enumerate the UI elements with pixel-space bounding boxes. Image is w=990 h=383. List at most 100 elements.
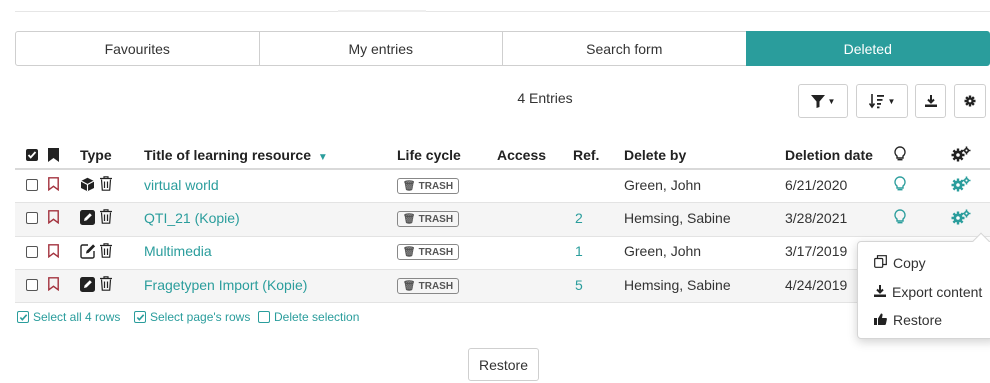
header-title-label: Title of learning resource [144, 147, 312, 163]
gear-icon [964, 95, 976, 107]
title-link[interactable]: Multimedia [144, 243, 212, 259]
title-link[interactable]: Fragetypen Import (Kopie) [144, 277, 307, 293]
trash-icon [100, 276, 112, 294]
trash-icon [100, 209, 112, 227]
top-divider [15, 11, 990, 12]
bookmark-outline-icon[interactable] [48, 244, 59, 261]
header-divider [15, 168, 990, 170]
row-checkbox[interactable] [26, 212, 38, 224]
trash-icon [100, 176, 112, 194]
lifecycle-label: TRASH [418, 213, 454, 225]
check-square-icon [134, 311, 146, 323]
ref-link[interactable]: 2 [575, 210, 583, 226]
menu-item-restore-label: Restore [893, 312, 943, 328]
trash-icon: 🗑 [402, 213, 416, 225]
view-tabs: Favourites My entries Search form Delete… [15, 31, 990, 66]
select-all-link[interactable]: Select all 4 rows [17, 310, 120, 324]
delete-selection-link[interactable]: Delete selection [258, 310, 359, 324]
lightbulb-icon[interactable] [894, 209, 906, 228]
header-deleted-by[interactable]: Delete by [624, 147, 686, 163]
gears-icon [951, 146, 971, 165]
header-access[interactable]: Access [497, 147, 546, 163]
bookmark-outline-icon[interactable] [48, 210, 59, 227]
lightbulb-icon[interactable] [894, 176, 906, 195]
menu-item-export-label: Export content [892, 284, 983, 300]
filter-icon [810, 94, 825, 108]
lightbulb-icon [894, 146, 906, 165]
deleted-by-value: Hemsing, Sabine [624, 210, 731, 226]
trash-icon: 🗑 [402, 280, 416, 292]
menu-item-restore[interactable]: Restore [874, 312, 942, 328]
check-square-icon [17, 311, 29, 323]
gears-icon[interactable] [951, 209, 971, 228]
header-type[interactable]: Type [80, 147, 112, 163]
trash-icon: 🗑 [402, 180, 416, 192]
sort-icon [868, 93, 885, 109]
header-ref[interactable]: Ref. [573, 147, 599, 163]
lifecycle-label: TRASH [418, 246, 454, 258]
menu-item-copy[interactable]: Copy [874, 255, 926, 271]
header-lifecycle[interactable]: Life cycle [397, 147, 461, 163]
deletion-date-value: 4/24/2019 [785, 277, 848, 293]
lifecycle-badge: 🗑 TRASH [397, 278, 459, 294]
lifecycle-badge: 🗑 TRASH [397, 244, 459, 260]
lifecycle-label: TRASH [418, 280, 454, 292]
restore-button[interactable]: Restore [468, 348, 539, 381]
entries-count: 4 Entries [517, 90, 573, 106]
select-page-link[interactable]: Select page's rows [134, 310, 250, 324]
trash-icon [100, 243, 112, 261]
tab-my-entries[interactable]: My entries [258, 31, 503, 66]
edit-square-icon [80, 243, 96, 262]
tab-search-form[interactable]: Search form [502, 31, 747, 66]
pencil-square-icon [80, 210, 95, 228]
row-checkbox[interactable] [26, 179, 38, 191]
row-divider [15, 269, 990, 270]
pencil-square-icon [80, 277, 95, 295]
bookmark-icon [48, 148, 59, 165]
select-page-label: Select page's rows [150, 310, 251, 324]
menu-item-copy-label: Copy [893, 255, 926, 271]
download-button[interactable] [915, 84, 946, 118]
thumbs-up-icon [874, 312, 887, 328]
header-deletion-date[interactable]: Deletion date [785, 147, 873, 163]
tab-deleted[interactable]: Deleted [745, 31, 990, 66]
download-icon [874, 284, 886, 300]
deleted-by-value: Green, John [624, 243, 702, 259]
ref-link[interactable]: 5 [575, 277, 583, 293]
settings-button[interactable] [954, 84, 986, 118]
row-checkbox[interactable] [26, 279, 38, 291]
gears-icon[interactable] [951, 176, 971, 195]
select-all-label: Select all 4 rows [33, 310, 121, 324]
chevron-down-icon: ▼ [887, 96, 896, 106]
bookmark-outline-icon[interactable] [48, 277, 59, 294]
deletion-date-value: 6/21/2020 [785, 177, 848, 193]
bookmark-outline-icon[interactable] [48, 177, 59, 194]
lifecycle-badge: 🗑 TRASH [397, 178, 459, 194]
row-divider [15, 302, 990, 303]
cube-icon [80, 177, 95, 195]
title-link[interactable]: virtual world [144, 177, 219, 193]
sort-desc-icon: ▼ [317, 152, 328, 163]
lifecycle-label: TRASH [418, 180, 454, 192]
lifecycle-badge: 🗑 TRASH [397, 211, 459, 227]
download-icon [924, 95, 937, 107]
title-link[interactable]: QTI_21 (Kopie) [144, 210, 240, 226]
select-all-checkbox[interactable] [26, 149, 38, 161]
sort-button[interactable]: ▼ [856, 84, 908, 118]
trash-icon: 🗑 [402, 246, 416, 258]
deletion-date-value: 3/28/2021 [785, 210, 848, 226]
row-checkbox[interactable] [26, 246, 38, 258]
chevron-down-icon: ▼ [827, 96, 836, 106]
menu-item-export-content[interactable]: Export content [874, 284, 982, 300]
tab-favourites[interactable]: Favourites [15, 31, 260, 66]
deleted-by-value: Green, John [624, 177, 702, 193]
deleted-by-value: Hemsing, Sabine [624, 277, 731, 293]
row-divider [15, 236, 990, 237]
copy-icon [874, 255, 887, 271]
header-title[interactable]: Title of learning resource ▼ [144, 147, 328, 163]
filter-button[interactable]: ▼ [798, 84, 848, 118]
top-divider-highlight [338, 10, 426, 12]
row-divider [15, 202, 990, 203]
ref-link[interactable]: 1 [575, 243, 583, 259]
row-actions-popover: Copy Export content Restore [857, 232, 990, 339]
